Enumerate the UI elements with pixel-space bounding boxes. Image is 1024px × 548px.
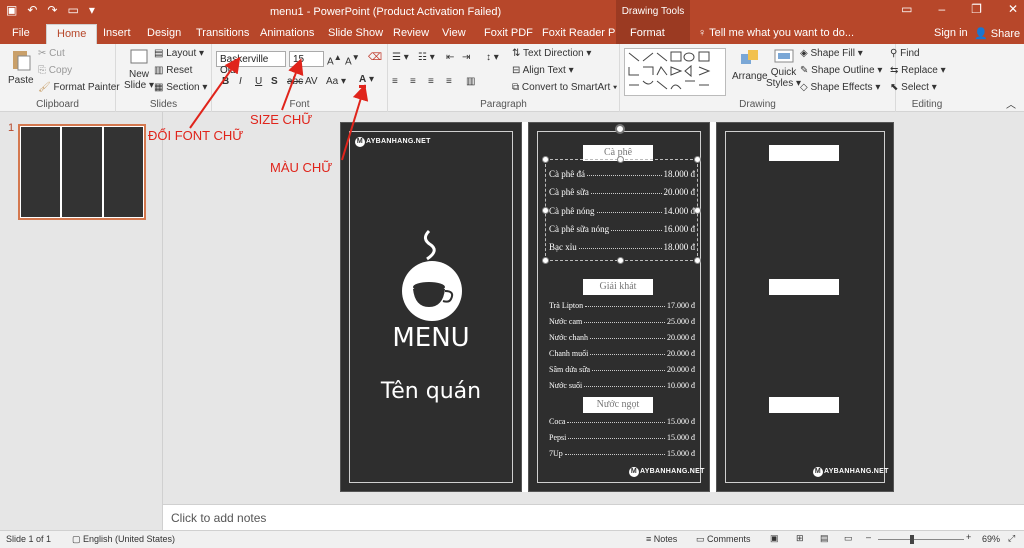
size-arrow	[281, 58, 304, 111]
zoom-in-icon[interactable]: +	[966, 532, 971, 542]
reading-view-icon[interactable]: ▤	[820, 533, 829, 544]
zoom-out-icon[interactable]: –	[866, 532, 871, 542]
slideshow-view-icon[interactable]: ▭	[844, 533, 853, 544]
proofing-icon: ▢	[72, 534, 84, 544]
comments-label: Comments	[707, 534, 751, 544]
language-label: English (United States)	[83, 534, 176, 544]
fit-slide-icon[interactable]: ⤢	[1008, 533, 1015, 544]
slide-counter: Slide 1 of 1	[6, 534, 52, 544]
font-arrow	[189, 56, 241, 129]
annotation-arrows	[189, 56, 369, 161]
language-indicator[interactable]: ▢ English (United States)	[72, 534, 175, 545]
zoom-slider[interactable]	[878, 539, 964, 540]
annotation-size: SIZE CHỮ	[250, 112, 313, 127]
notes-area[interactable]: Click to add notes	[163, 504, 1024, 530]
zoom-level[interactable]: 69%	[982, 534, 1000, 544]
annotation-color: MÀU CHỮ	[270, 160, 333, 175]
normal-view-icon[interactable]: ▣	[770, 533, 779, 544]
comment-icon: ▭	[696, 534, 708, 544]
annotation-font: ĐỔI FONT CHỮ	[148, 128, 244, 143]
notes-icon: ≡	[646, 534, 654, 544]
status-bar: Slide 1 of 1 ▢ English (United States) ≡…	[0, 530, 1024, 548]
zoom-slider-thumb[interactable]	[910, 535, 914, 544]
color-arrow	[341, 84, 369, 161]
notes-label: Notes	[653, 534, 678, 544]
comments-button[interactable]: ▭ Comments	[696, 534, 751, 545]
slide-sorter-icon[interactable]: ⊞	[796, 533, 804, 544]
notes-button[interactable]: ≡ Notes	[646, 534, 677, 544]
